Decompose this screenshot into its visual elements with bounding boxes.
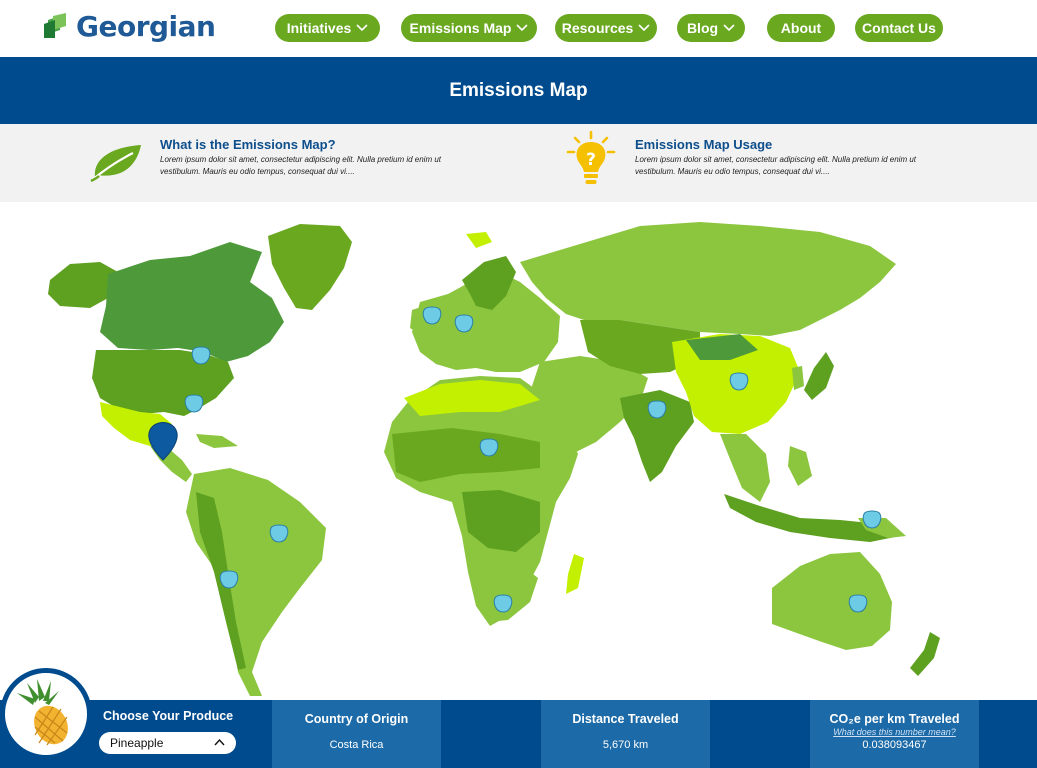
map-pin (862, 510, 882, 529)
map-pin (647, 400, 667, 419)
co2-value: 0.038093467 (862, 739, 927, 751)
land-canada (100, 242, 284, 362)
distance-panel: Distance Traveled 5,670 km (541, 700, 710, 768)
chevron-down-icon (356, 24, 368, 32)
map-pin (454, 314, 474, 333)
nav-initiatives[interactable]: Initiatives (275, 14, 380, 42)
co2-title: CO₂e per km Traveled (829, 712, 960, 726)
map-pin (493, 594, 513, 613)
chevron-down-icon (516, 24, 529, 32)
chevron-down-icon (638, 24, 650, 32)
nav-about[interactable]: About (767, 14, 835, 42)
info-usage: ? Emissions Map Usage Lorem ipsum dolor … (518, 124, 1037, 202)
leaf-icon (90, 145, 141, 183)
map-pin (269, 524, 289, 543)
svg-text:?: ? (586, 150, 596, 170)
land-greenland (268, 224, 352, 310)
distance-value: 5,670 km (602, 739, 649, 751)
info-usage-title: Emissions Map Usage (635, 137, 773, 152)
map-pin (219, 570, 239, 589)
land-korea (792, 366, 804, 390)
nav-label: Contact Us (862, 20, 936, 36)
page-banner: Emissions Map (0, 57, 1037, 124)
lightbulb-question-icon: ? (566, 130, 616, 184)
nav-label: Initiatives (286, 20, 352, 36)
info-what-text: Lorem ipsum dolor sit amet, consectetur … (160, 155, 442, 176)
info-what-title: What is the Emissions Map? (160, 137, 336, 152)
co2-info-link[interactable]: What does this number mean? (833, 727, 956, 737)
land-japan (804, 352, 834, 400)
land-russia (520, 222, 896, 336)
nav-emissions-map[interactable]: Emissions Map (401, 14, 537, 42)
land-south-africa (478, 564, 538, 622)
world-map-svg (48, 222, 940, 696)
land-iceland (466, 232, 492, 248)
main-nav: Initiatives Emissions Map Resources Blog… (0, 14, 1037, 42)
origin-title: Country of Origin (304, 712, 409, 726)
produce-select-value: Pineapple (110, 736, 164, 750)
map-pin (184, 394, 204, 413)
top-bar: Georgian Initiatives Emissions Map Resou… (0, 0, 1037, 57)
nav-contact-us[interactable]: Contact Us (855, 14, 943, 42)
info-usage-text: Lorem ipsum dolor sit amet, consectetur … (635, 155, 917, 176)
pineapple-icon (17, 679, 68, 746)
world-map[interactable] (0, 202, 1037, 700)
map-pin (191, 346, 211, 365)
map-pin (479, 438, 499, 457)
land-se-asia (720, 434, 770, 502)
origin-panel: Country of Origin Costa Rica (272, 700, 441, 768)
chevron-up-icon (214, 738, 225, 746)
land-caribbean (196, 434, 238, 448)
page-title: Emissions Map (449, 79, 588, 101)
distance-title: Distance Traveled (572, 712, 679, 726)
nav-resources[interactable]: Resources (555, 14, 657, 42)
info-strip: What is the Emissions Map? Lorem ipsum d… (0, 124, 1037, 202)
map-pin (848, 594, 868, 613)
origin-value: Costa Rica (329, 739, 384, 751)
nav-label: Blog (686, 20, 719, 36)
info-what: What is the Emissions Map? Lorem ipsum d… (0, 124, 518, 202)
produce-image (0, 668, 92, 760)
nav-label: Resources (561, 20, 634, 36)
co2-panel: CO₂e per km Traveled What does this numb… (810, 700, 979, 768)
land-new-zealand (910, 632, 940, 676)
land-madagascar (566, 554, 584, 594)
map-pin (422, 306, 442, 325)
map-pin (729, 372, 749, 391)
choose-produce-label: Choose Your Produce (103, 709, 234, 723)
land-philippines (788, 446, 812, 486)
chevron-down-icon (723, 24, 735, 32)
nav-label: About (780, 20, 822, 36)
land-australia (772, 552, 892, 650)
nav-blog[interactable]: Blog (677, 14, 745, 42)
produce-select[interactable]: Pineapple (99, 732, 236, 754)
nav-label: Emissions Map (409, 20, 512, 36)
